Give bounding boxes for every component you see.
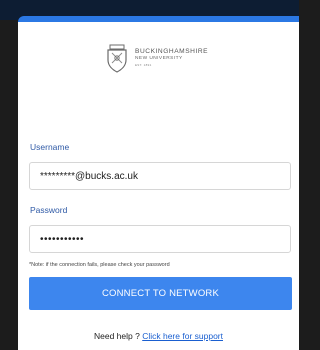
password-field[interactable] <box>29 225 291 253</box>
crest-icon <box>107 44 127 73</box>
logo-line-2: NEW UNIVERSITY <box>135 56 183 62</box>
university-logo: BUCKINGHAMSHIRE NEW UNIVERSITY EST. 1891 <box>104 43 244 73</box>
username-field[interactable] <box>29 162 291 190</box>
connect-button[interactable]: CONNECT TO NETWORK <box>29 277 292 310</box>
password-label: Password <box>30 205 68 215</box>
support-link[interactable]: Click here for support <box>142 331 223 341</box>
logo-text: BUCKINGHAMSHIRE NEW UNIVERSITY EST. 1891 <box>135 48 209 67</box>
connection-note: *Note: if the connection fails, please c… <box>29 262 170 268</box>
page-header-bar <box>0 0 299 22</box>
help-prefix: Need help ? <box>93 331 140 341</box>
help-line: Need help ? Click here for support <box>18 331 299 341</box>
login-card: BUCKINGHAMSHIRE NEW UNIVERSITY EST. 1891… <box>18 22 299 350</box>
logo-line-3: EST. 1891 <box>135 62 152 67</box>
username-label: Username <box>30 142 70 152</box>
logo-line-1: BUCKINGHAMSHIRE <box>135 48 209 56</box>
